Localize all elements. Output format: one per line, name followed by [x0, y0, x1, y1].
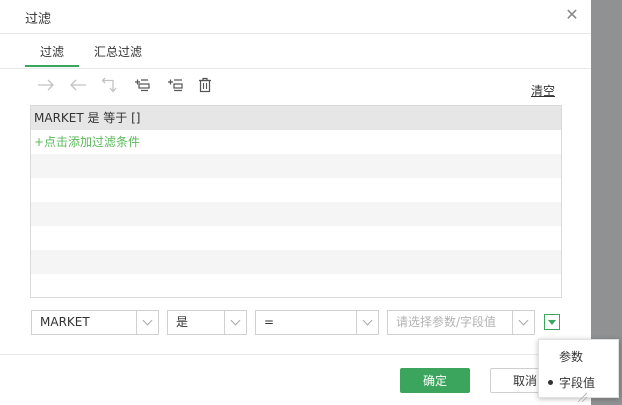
operator-select-value: 是: [176, 315, 189, 329]
chevron-down-icon[interactable]: [224, 311, 246, 334]
chevron-down-icon[interactable]: [512, 311, 534, 334]
title-divider: [0, 33, 591, 34]
field-select-value: MARKET: [40, 315, 90, 329]
comparison-select[interactable]: =: [255, 310, 379, 335]
filter-dialog: 过滤 ✕ 过滤 汇总过滤 清空 MARKET 是 等于 [] +点击添加过滤条件…: [0, 0, 591, 405]
operator-select[interactable]: 是: [167, 310, 247, 335]
arrow-left-icon[interactable]: [68, 76, 88, 94]
caret-down-icon: [548, 319, 556, 325]
footer-divider: [0, 354, 591, 355]
dialog-title: 过滤: [25, 12, 52, 27]
value-select-placeholder: 请选择参数/字段值: [396, 315, 497, 329]
insert-condition-icon[interactable]: [133, 76, 151, 94]
value-type-dropdown-button[interactable]: [544, 314, 560, 330]
list-item: [31, 274, 561, 297]
active-tab-indicator: [25, 65, 79, 67]
list-item: [31, 250, 561, 274]
menu-item-parameter[interactable]: 参数: [559, 348, 583, 365]
tab-filter[interactable]: 过滤: [40, 43, 64, 60]
resize-grip-icon[interactable]: [576, 392, 588, 402]
list-item: [31, 226, 561, 250]
value-type-menu: 参数 字段值: [538, 339, 619, 398]
tabs-divider: [0, 68, 591, 69]
list-item: [31, 202, 561, 226]
list-item: [31, 154, 561, 178]
value-select[interactable]: 请选择参数/字段值: [387, 310, 535, 335]
comparison-select-value: =: [264, 315, 275, 329]
add-condition-icon[interactable]: [166, 76, 184, 94]
tab-summary-filter[interactable]: 汇总过滤: [94, 43, 142, 60]
add-condition-link[interactable]: +点击添加过滤条件: [31, 130, 561, 154]
chevron-down-icon[interactable]: [136, 311, 158, 334]
delete-icon[interactable]: [197, 76, 213, 94]
menu-item-field-value[interactable]: 字段值: [559, 374, 595, 391]
field-select[interactable]: MARKET: [31, 310, 159, 335]
return-icon[interactable]: [101, 76, 119, 94]
chevron-down-icon[interactable]: [356, 311, 378, 334]
selected-condition-row[interactable]: MARKET 是 等于 []: [31, 106, 561, 130]
close-icon[interactable]: ✕: [565, 6, 579, 24]
ok-button[interactable]: 确定: [400, 368, 470, 393]
selected-dot-icon: [548, 380, 553, 385]
list-item: [31, 178, 561, 202]
clear-link[interactable]: 清空: [531, 82, 555, 99]
arrow-right-icon[interactable]: [36, 76, 56, 94]
filter-condition-list: MARKET 是 等于 [] +点击添加过滤条件: [30, 105, 562, 298]
